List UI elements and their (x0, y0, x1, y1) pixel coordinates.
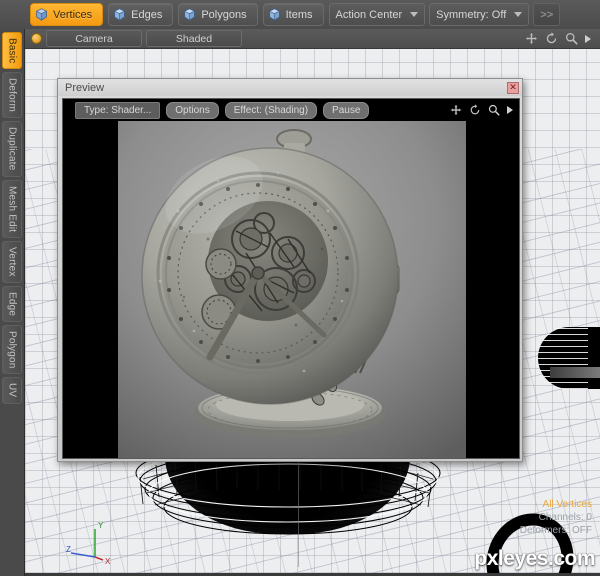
preview-title-bar[interactable]: Preview ✕ (58, 79, 522, 96)
symmetry-label: Symmetry: Off (436, 8, 507, 21)
mode-button-label: Edges (131, 8, 163, 21)
viewport-header: Camera Shaded (25, 29, 600, 49)
preview-type-button[interactable]: Type: Shader... (75, 101, 161, 119)
preview-options-button[interactable]: Options (166, 101, 219, 119)
sidebar-item-vertex[interactable]: Vertex (2, 241, 22, 283)
preview-options-label: Options (175, 104, 210, 116)
scene-object-right-cap-shadow (550, 367, 600, 378)
mode-button-items[interactable]: Items (262, 3, 324, 26)
zoom-icon[interactable] (488, 104, 500, 116)
cube-icon (183, 8, 196, 21)
preview-pause-label: Pause (332, 104, 361, 116)
sidebar-item-label: Basic (6, 38, 18, 64)
zoom-icon[interactable] (565, 32, 578, 45)
viewport-shading-dropdown[interactable]: Shaded (146, 30, 242, 47)
chevron-down-icon (514, 12, 523, 17)
play-icon[interactable] (507, 106, 513, 114)
preview-title-label: Preview (65, 81, 105, 94)
watermark: pxleyes.com (474, 547, 595, 570)
sidebar-item-label: Mesh Edit (6, 185, 18, 233)
sidebar-item-label: Vertex (6, 247, 18, 277)
toolbar-overflow-button[interactable]: >> (533, 3, 561, 26)
rotate-icon[interactable] (469, 104, 481, 116)
preview-effect-button[interactable]: Effect: (Shading) (224, 101, 318, 119)
svg-text:Z: Z (66, 545, 71, 554)
svg-text:X: X (105, 557, 111, 565)
cube-icon (113, 8, 126, 21)
mode-button-polygons[interactable]: Polygons (178, 3, 258, 26)
preview-render-image (118, 121, 466, 458)
action-center-label: Action Center (335, 8, 403, 21)
sidebar-item-label: Polygon (6, 330, 18, 369)
preview-type-label: Type: Shader... (84, 104, 152, 116)
sidebar-item-deform[interactable]: Deform (2, 72, 22, 119)
app-window: Vertices Edges Polygons Items Action Cen… (0, 0, 600, 576)
mode-button-label: Items (285, 8, 313, 21)
toolbar-overflow-label: >> (540, 8, 554, 21)
cube-icon (35, 8, 48, 21)
mode-button-label: Polygons (201, 8, 247, 21)
sidebar-item-polygon[interactable]: Polygon (2, 324, 22, 375)
sidebar-item-edge[interactable]: Edge (2, 285, 22, 322)
mode-button-edges[interactable]: Edges (108, 3, 174, 26)
mode-button-label: Vertices (53, 8, 93, 21)
sidebar-item-label: UV (6, 383, 18, 398)
preview-tool-group (450, 104, 519, 116)
sidebar-item-uv[interactable]: UV (2, 377, 22, 404)
preview-window[interactable]: Preview ✕ Type: Shader... Options Effect… (57, 78, 523, 462)
viewport-indicator-dot[interactable] (31, 33, 42, 44)
left-tab-rail: Basic Deform Duplicate Mesh Edit Vertex … (0, 29, 25, 576)
viewport-shading-label: Shaded (175, 32, 213, 45)
sidebar-item-label: Deform (6, 78, 18, 113)
sidebar-item-label: Edge (6, 291, 18, 316)
svg-text:Y: Y (98, 521, 104, 530)
toolbar-left-spacer (0, 0, 30, 29)
sidebar-item-mesh-edit[interactable]: Mesh Edit (2, 179, 22, 239)
close-icon[interactable]: ✕ (507, 81, 519, 94)
preview-toolbar: Type: Shader... Options Effect: (Shading… (63, 99, 519, 121)
viewport-tool-group (525, 32, 594, 45)
sidebar-item-label: Duplicate (6, 127, 18, 171)
sidebar-item-basic[interactable]: Basic (2, 32, 22, 70)
play-icon[interactable] (585, 34, 591, 43)
chevron-down-icon (410, 12, 419, 17)
preview-pause-button[interactable]: Pause (323, 101, 370, 119)
scene-object-right-cap-wireframe (538, 327, 588, 389)
axis-gizmo: Y Z X (66, 521, 111, 565)
sidebar-item-duplicate[interactable]: Duplicate (2, 121, 22, 177)
symmetry-dropdown[interactable]: Symmetry: Off (429, 3, 530, 26)
viewport-camera-label: Camera (75, 32, 113, 45)
action-center-dropdown[interactable]: Action Center (328, 3, 426, 26)
rotate-icon[interactable] (545, 32, 558, 45)
move-icon[interactable] (525, 32, 538, 45)
move-icon[interactable] (450, 104, 462, 116)
top-toolbar: Vertices Edges Polygons Items Action Cen… (0, 0, 600, 30)
viewport-camera-dropdown[interactable]: Camera (46, 30, 142, 47)
cube-icon (268, 8, 281, 21)
preview-body: Type: Shader... Options Effect: (Shading… (62, 98, 520, 459)
mode-button-vertices[interactable]: Vertices (30, 3, 104, 26)
preview-effect-label: Effect: (Shading) (233, 104, 309, 116)
